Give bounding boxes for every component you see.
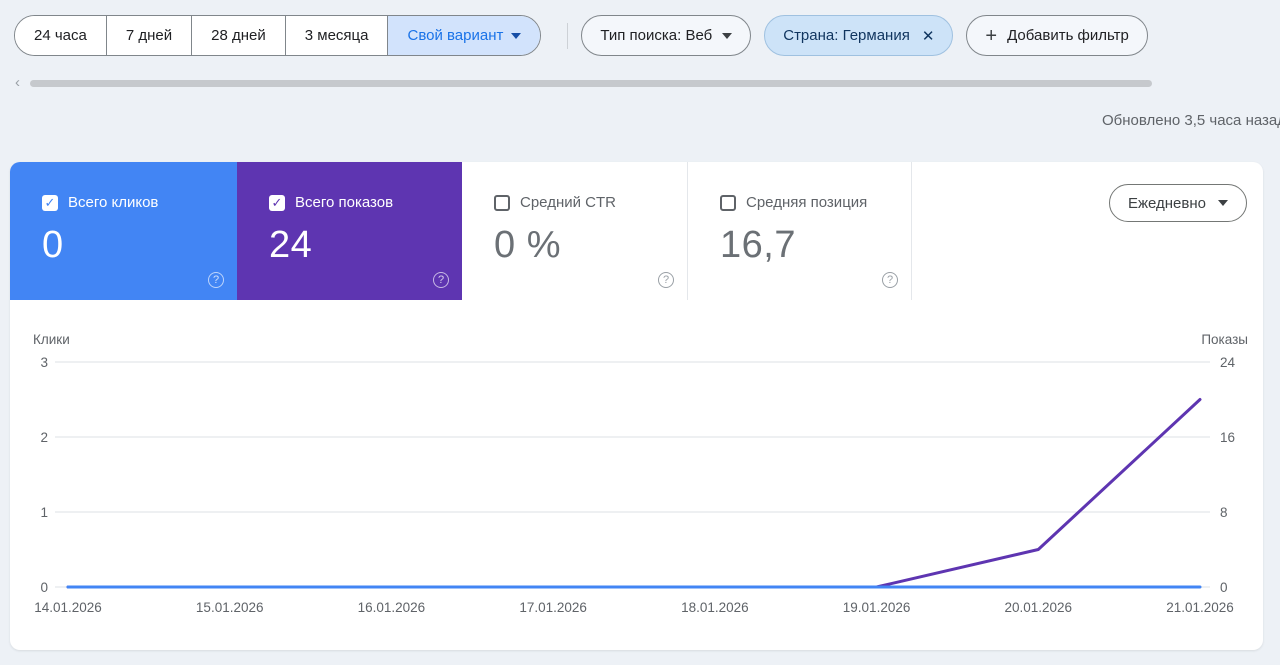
country-filter[interactable]: Страна: Германия ✕ xyxy=(764,15,954,56)
granularity-label: Ежедневно xyxy=(1127,194,1206,212)
country-filter-label: Страна: Германия xyxy=(783,27,910,44)
metric-card-total-impressions[interactable]: ✓ Всего показов 24 ? xyxy=(237,162,462,300)
add-filter-label: Добавить фильтр xyxy=(1007,27,1129,44)
right-axis-title: Показы xyxy=(1201,332,1248,347)
horizontal-scrollbar[interactable] xyxy=(30,80,1152,87)
chevron-down-icon xyxy=(722,32,733,39)
impressions-checkbox[interactable]: ✓ xyxy=(269,194,285,211)
filter-scroll-row: ‹ xyxy=(0,74,1280,91)
ctr-checkbox[interactable] xyxy=(494,194,510,211)
date-range-selector: 24 часа 7 дней 28 дней 3 месяца Свой вар… xyxy=(14,15,542,56)
svg-text:24: 24 xyxy=(1220,355,1236,370)
granularity-dropdown[interactable]: Ежедневно xyxy=(1108,184,1247,222)
svg-text:20.01.2026: 20.01.2026 xyxy=(1004,600,1072,615)
svg-text:8: 8 xyxy=(1220,505,1228,520)
date-range-custom[interactable]: Свой вариант xyxy=(387,16,541,55)
plus-icon: + xyxy=(985,24,998,47)
date-range-28d[interactable]: 28 дней xyxy=(191,16,285,55)
chevron-down-icon xyxy=(1218,200,1228,206)
svg-text:16.01.2026: 16.01.2026 xyxy=(358,600,426,615)
clicks-checkbox[interactable]: ✓ xyxy=(42,194,58,211)
metric-label: Всего показов xyxy=(295,194,394,211)
svg-text:19.01.2026: 19.01.2026 xyxy=(843,600,911,615)
svg-text:0: 0 xyxy=(1220,580,1228,595)
metric-value: 24 xyxy=(269,224,313,266)
close-icon[interactable]: ✕ xyxy=(920,27,935,45)
svg-text:18.01.2026: 18.01.2026 xyxy=(681,600,749,615)
metric-card-total-clicks[interactable]: ✓ Всего кликов 0 ? xyxy=(10,162,237,300)
search-type-filter[interactable]: Тип поиска: Веб xyxy=(581,15,752,56)
svg-text:0: 0 xyxy=(40,580,48,595)
left-axis-title: Клики xyxy=(33,332,70,347)
metric-label: Средний CTR xyxy=(520,194,616,211)
metric-value: 0 xyxy=(42,224,64,266)
filter-bar: 24 часа 7 дней 28 дней 3 месяца Свой вар… xyxy=(14,15,1280,56)
performance-chart-canvas[interactable]: 0 0 1 8 2 16 3 24 14.01.2026 15.01.2026 16.01.2026… xyxy=(10,350,1263,640)
chevron-left-icon[interactable]: ‹ xyxy=(15,74,20,91)
position-checkbox[interactable] xyxy=(720,194,736,211)
help-icon[interactable]: ? xyxy=(882,272,898,288)
svg-text:14.01.2026: 14.01.2026 xyxy=(34,600,102,615)
date-range-3m[interactable]: 3 месяца xyxy=(284,16,388,55)
metric-value: 0 % xyxy=(494,224,561,266)
search-type-label: Тип поиска: Веб xyxy=(600,27,713,44)
metric-value: 16,7 xyxy=(720,224,796,266)
help-icon[interactable]: ? xyxy=(433,272,449,288)
svg-text:3: 3 xyxy=(40,355,48,370)
chevron-down-icon xyxy=(511,32,522,39)
date-range-7d[interactable]: 7 дней xyxy=(105,16,192,55)
last-updated-text: Обновлено 3,5 часа назад xyxy=(1101,112,1280,129)
help-icon[interactable]: ? xyxy=(208,272,224,288)
performance-card: ✓ Всего кликов 0 ? ✓ Всего показов 24 ? … xyxy=(10,162,1263,650)
date-range-24h[interactable]: 24 часа xyxy=(15,16,106,55)
metric-card-avg-ctr[interactable]: Средний CTR 0 % ? xyxy=(462,162,687,300)
svg-text:1: 1 xyxy=(40,505,48,520)
date-range-custom-label: Свой вариант xyxy=(407,27,504,44)
metric-label: Средняя позиция xyxy=(746,194,868,211)
svg-text:17.01.2026: 17.01.2026 xyxy=(519,600,587,615)
metric-card-avg-position[interactable]: Средняя позиция 16,7 ? xyxy=(687,162,912,300)
help-icon[interactable]: ? xyxy=(658,272,674,288)
filter-divider xyxy=(567,22,569,49)
metric-label: Всего кликов xyxy=(68,194,159,211)
metrics-row: ✓ Всего кликов 0 ? ✓ Всего показов 24 ? … xyxy=(10,162,1263,300)
svg-text:21.01.2026: 21.01.2026 xyxy=(1166,600,1234,615)
svg-text:16: 16 xyxy=(1220,430,1235,445)
svg-text:15.01.2026: 15.01.2026 xyxy=(196,600,264,615)
svg-text:2: 2 xyxy=(40,430,48,445)
add-filter-button[interactable]: + Добавить фильтр xyxy=(966,15,1148,56)
